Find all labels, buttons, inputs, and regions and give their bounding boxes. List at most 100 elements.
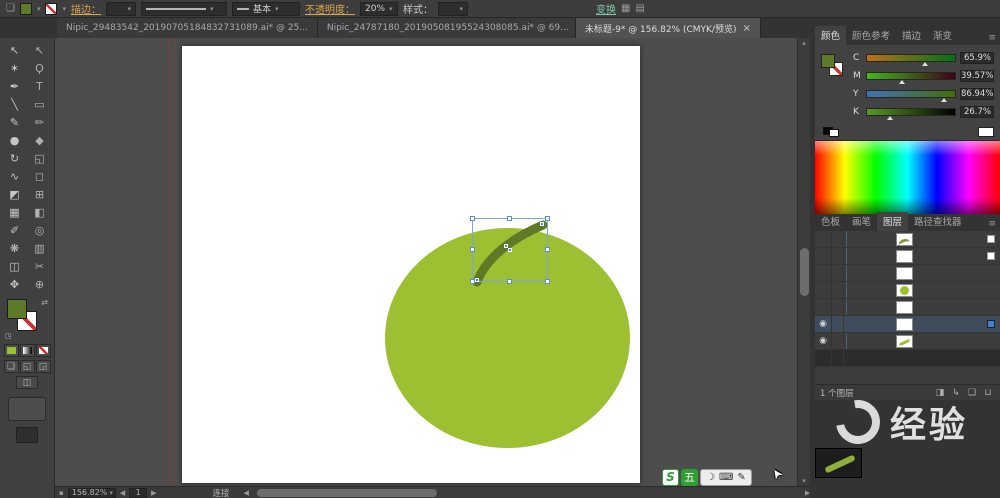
visibility-toggle[interactable] [815, 282, 832, 298]
tab-layers[interactable]: 图层 [877, 212, 908, 231]
new-sublayer-icon[interactable]: ↳ [949, 388, 963, 398]
fill-swatch[interactable] [20, 3, 32, 15]
zoom-tool[interactable]: ⊕ [27, 275, 52, 293]
width-profile-dropdown[interactable]: ▾ [141, 2, 227, 16]
visibility-toggle[interactable] [815, 248, 832, 264]
shape-builder-tool[interactable]: ◩ [2, 185, 27, 203]
selection-indicator[interactable] [987, 252, 995, 260]
tab-gradient[interactable]: 渐变 [927, 26, 958, 45]
vertical-scrollbar[interactable]: ▴ ▾ [797, 38, 810, 486]
scroll-up-icon[interactable]: ▴ [798, 39, 810, 47]
opacity-link[interactable]: 不透明度： [305, 1, 355, 16]
vertical-scroll-thumb[interactable] [800, 248, 809, 296]
artboard[interactable] [182, 46, 640, 483]
horizontal-scroll-thumb[interactable] [257, 489, 437, 497]
opacity-dropdown[interactable]: 20%▾ [360, 2, 398, 16]
gradient-tool[interactable]: ◧ [27, 203, 52, 221]
pathfinder-panel-icon[interactable]: ▤ [635, 3, 644, 14]
layer-row[interactable] [815, 248, 1000, 265]
paintbrush-tool[interactable]: ✎ [2, 113, 27, 131]
chevron-down-icon[interactable]: ▾ [62, 5, 66, 13]
visibility-toggle[interactable] [815, 265, 832, 281]
rotate-tool[interactable]: ↻ [2, 149, 27, 167]
cyan-slider[interactable] [866, 54, 956, 62]
stroke-weight-dropdown[interactable]: ▾ [106, 2, 136, 16]
layer-thumbnail[interactable] [896, 233, 913, 246]
type-tool[interactable]: T [27, 77, 52, 95]
selection-handle[interactable] [545, 216, 550, 221]
default-fill-stroke-icon[interactable]: ◳ [5, 332, 12, 340]
layer-thumbnail[interactable] [896, 267, 913, 280]
layer-thumbnail[interactable] [896, 284, 913, 297]
moon-icon[interactable]: ☽ [706, 472, 715, 483]
artboard-tool[interactable]: ◫ [2, 257, 27, 275]
panel-menu-icon[interactable]: ≡ [988, 33, 1000, 45]
layer-thumbnail[interactable] [896, 335, 913, 348]
draw-normal-icon[interactable]: ❏ [4, 360, 19, 373]
slider-marker[interactable] [899, 80, 905, 84]
black-white-swatches[interactable] [823, 127, 841, 137]
line-tool[interactable]: ╲ [2, 95, 27, 113]
perspective-grid-tool[interactable]: ⊞ [27, 185, 52, 203]
style-dropdown[interactable]: ▾ [438, 2, 468, 16]
lock-cell[interactable] [832, 248, 844, 264]
eyedropper-tool[interactable]: ✐ [2, 221, 27, 239]
selection-handle[interactable] [507, 216, 512, 221]
layer-row[interactable] [815, 282, 1000, 299]
canvas-area[interactable]: ▴ ▾ ▪ 156.82%▾ ◀ 1 ▶ 连接 ◀ ▶ [55, 38, 810, 498]
toolbar-extra-icon[interactable] [16, 427, 38, 443]
color-button[interactable] [4, 344, 19, 357]
slider-marker[interactable] [887, 116, 893, 120]
lock-cell[interactable] [832, 282, 844, 298]
blend-tool[interactable]: ◎ [27, 221, 52, 239]
tab-color-guide[interactable]: 颜色参考 [846, 26, 896, 45]
visibility-toggle[interactable] [815, 299, 832, 315]
visibility-toggle[interactable] [815, 231, 832, 247]
scale-tool[interactable]: ◱ [27, 149, 52, 167]
black-value-field[interactable]: 26.7% [960, 106, 994, 118]
anchor-point[interactable] [475, 278, 479, 282]
selection-indicator[interactable] [987, 320, 995, 328]
selection-handle[interactable] [470, 216, 475, 221]
selection-indicator[interactable] [987, 235, 995, 243]
document-tab[interactable]: Nipic_29483542_20190705184832731089.ai* … [57, 18, 318, 38]
free-transform-tool[interactable]: ◻ [27, 167, 52, 185]
color-spectrum[interactable] [815, 140, 1000, 214]
stroke-link[interactable]: 描边： [71, 1, 101, 16]
artboard-navigation[interactable]: 1 [129, 488, 147, 498]
lock-cell[interactable] [832, 231, 844, 247]
slider-marker[interactable] [941, 98, 947, 102]
rectangle-tool[interactable]: ▭ [27, 95, 52, 113]
visibility-toggle[interactable] [815, 316, 832, 332]
lock-cell[interactable] [832, 265, 844, 281]
stem-shape[interactable] [182, 46, 640, 483]
transform-link[interactable]: 变换 [596, 1, 616, 16]
none-button[interactable] [36, 344, 51, 357]
tab-stroke[interactable]: 描边 [896, 26, 927, 45]
blob-brush-tool[interactable]: ● [2, 131, 27, 149]
tab-color[interactable]: 颜色 [815, 26, 846, 45]
chevron-down-icon[interactable]: ▾ [37, 5, 41, 13]
gradient-button[interactable] [20, 344, 35, 357]
cyan-value-field[interactable]: 65.9% [960, 52, 994, 64]
zoom-control[interactable]: 156.82%▾ [68, 488, 116, 498]
horizontal-scroll-track[interactable] [249, 488, 805, 498]
tab-swatches[interactable]: 色板 [815, 212, 846, 231]
visibility-toggle[interactable] [815, 333, 832, 349]
lock-cell[interactable] [832, 316, 844, 332]
pen-tool[interactable]: ✒ [2, 77, 27, 95]
layer-row[interactable] [815, 299, 1000, 316]
layer-row[interactable] [815, 350, 1000, 367]
fill-swatch[interactable] [821, 54, 835, 68]
tab-brushes[interactable]: 画笔 [846, 212, 877, 231]
hand-tool[interactable]: ✥ [2, 275, 27, 293]
screen-mode-button[interactable]: ◫ [16, 376, 38, 389]
new-layer-icon[interactable]: ❑ [965, 388, 979, 398]
document-tab[interactable]: Nipic_24787180_20190508195524308085.ai* … [318, 18, 576, 38]
layer-thumbnail[interactable] [896, 301, 913, 314]
lock-cell[interactable] [832, 350, 844, 366]
symbol-sprayer-tool[interactable]: ❋ [2, 239, 27, 257]
document-tab-active[interactable]: 未标题-9* @ 156.82% (CMYK/预览)× [576, 18, 761, 38]
slice-tool[interactable]: ✂ [27, 257, 52, 275]
tab-pathfinder[interactable]: 路径查找器 [908, 212, 968, 231]
